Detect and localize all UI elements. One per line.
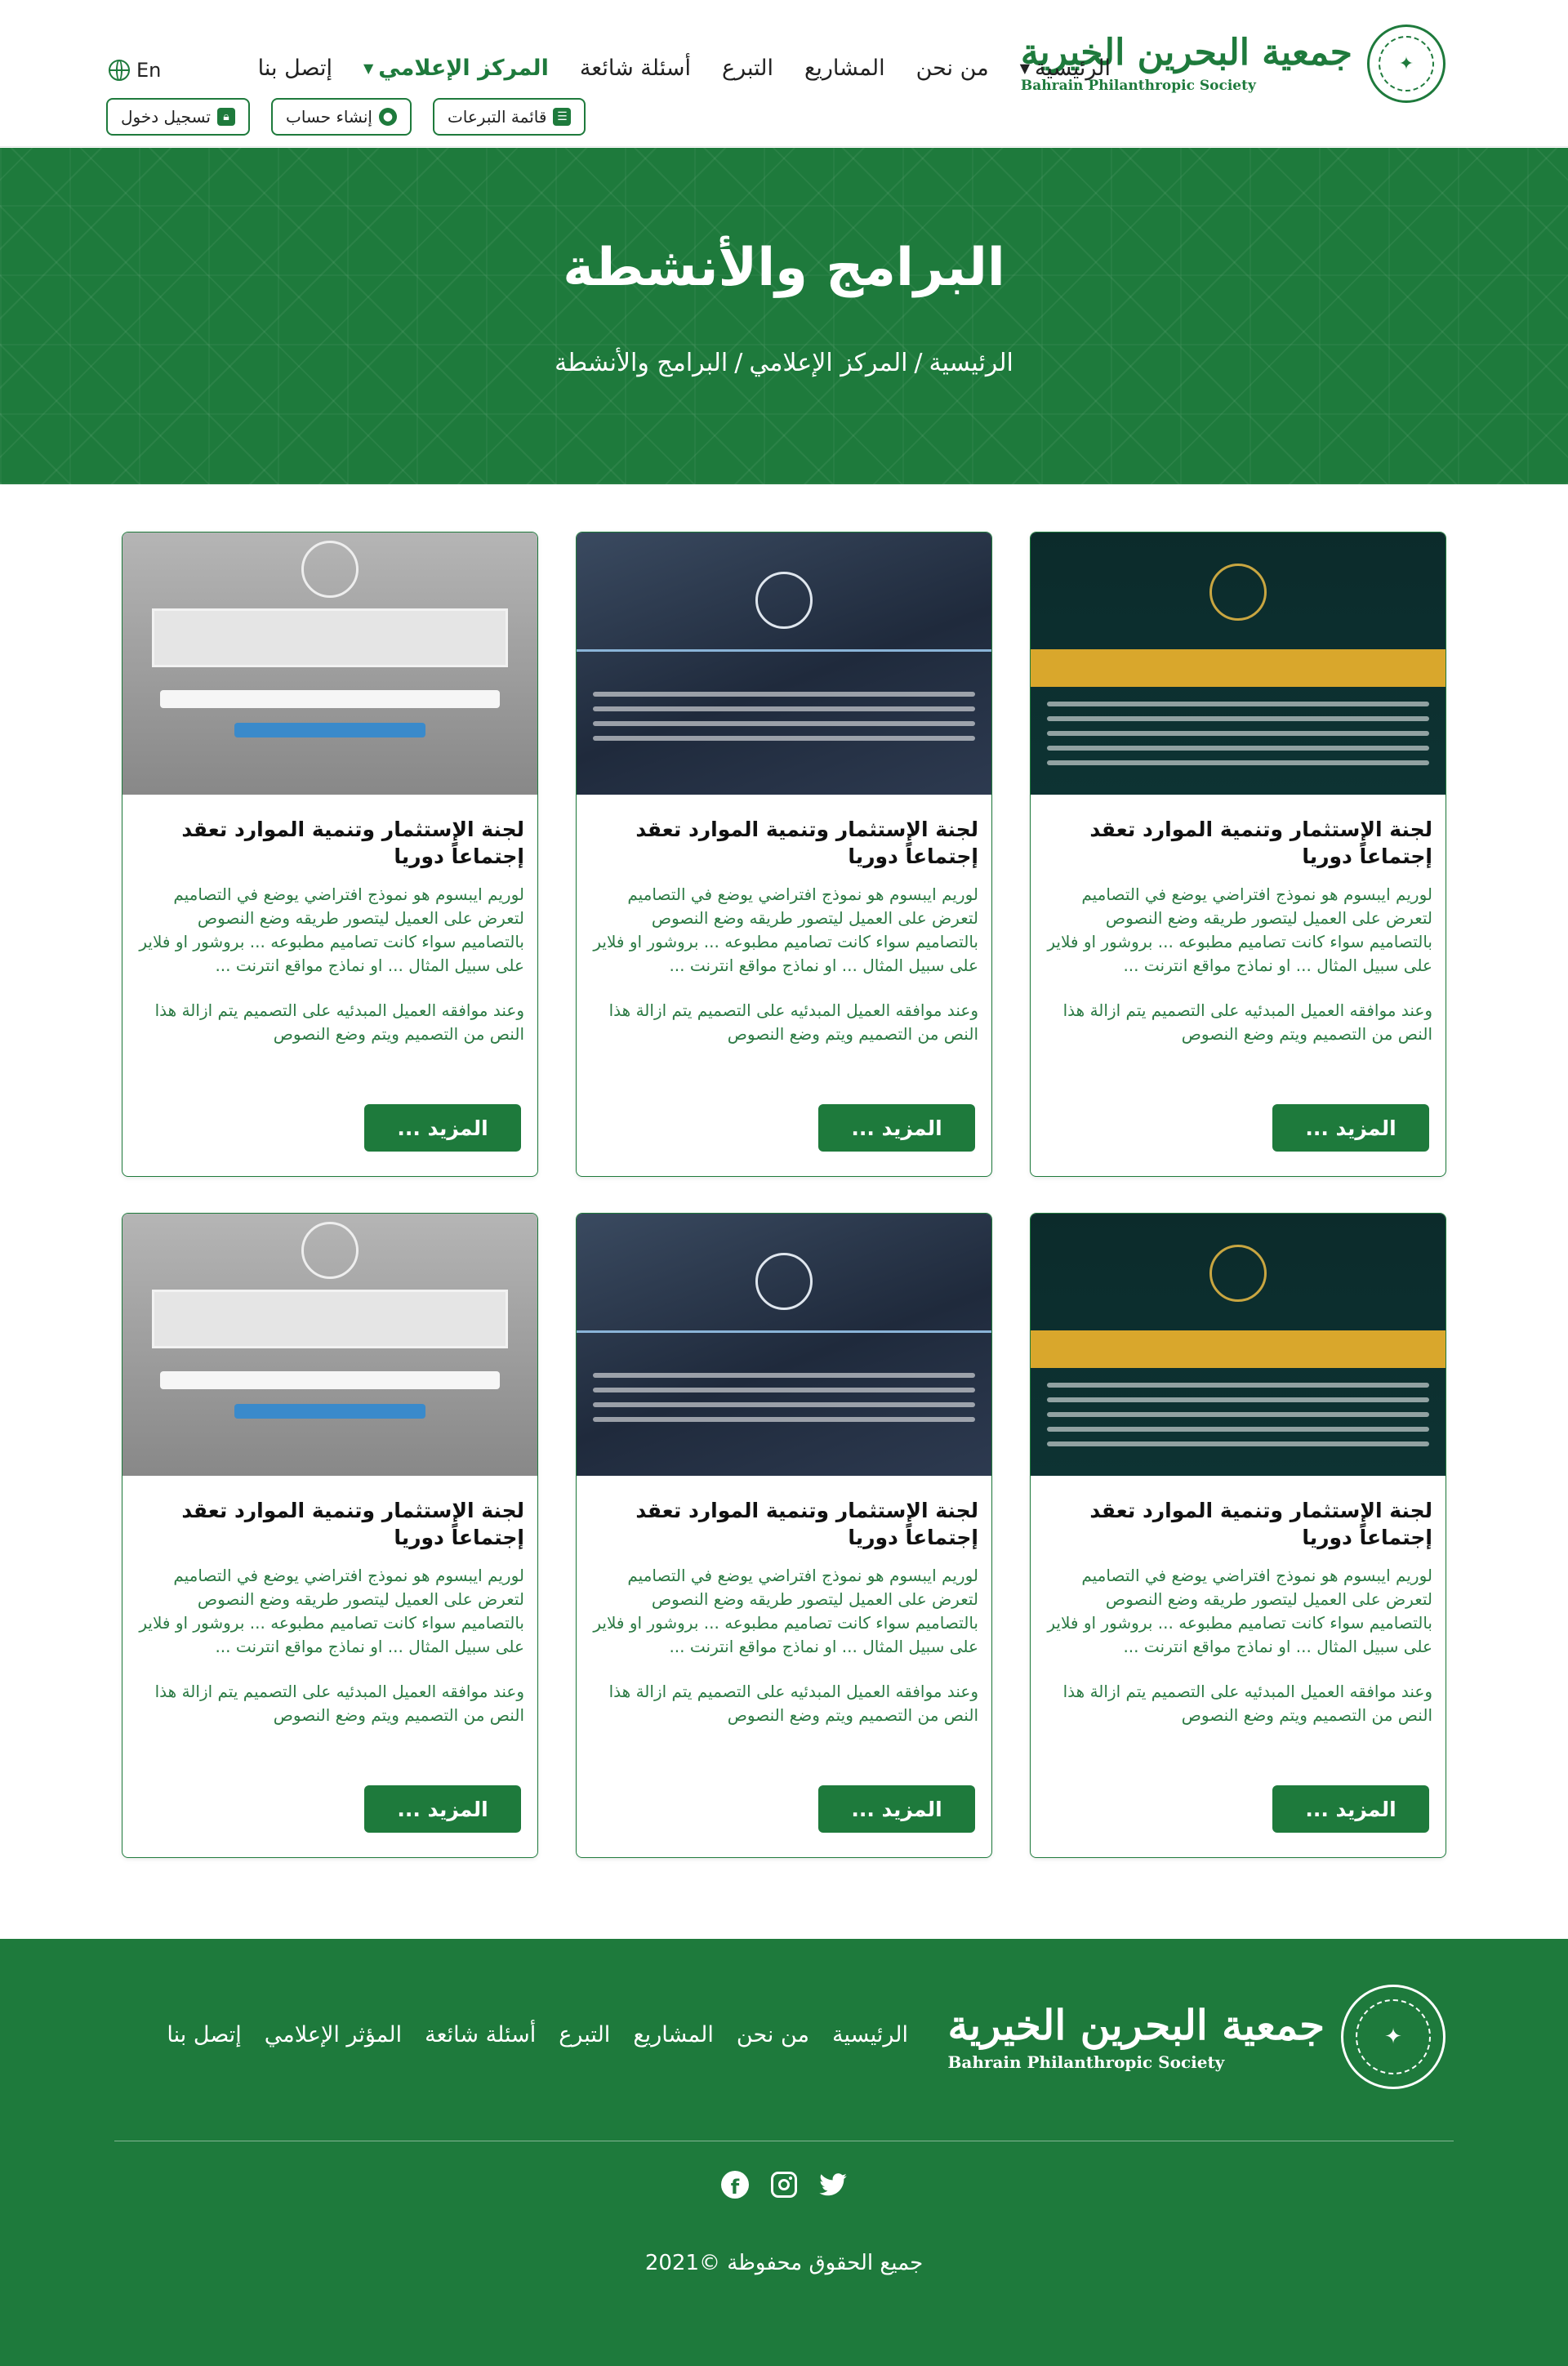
breadcrumb-current: البرامج والأنشطة bbox=[555, 349, 728, 377]
breadcrumb-home[interactable]: الرئيسية bbox=[929, 349, 1013, 377]
facebook-icon[interactable]: f bbox=[721, 2171, 749, 2199]
program-card-excerpt: لوريم ايبسوم هو نموذج افتراضي يوضع في ال… bbox=[593, 1566, 978, 1656]
program-card-excerpt-2: وعند موافقه العميل المبدئيه على التصميم … bbox=[608, 1682, 978, 1725]
program-card: لجنة الإستثمار وتنمية الموارد تعقد إجتما… bbox=[122, 1213, 538, 1858]
program-card: لجنة الإستثمار وتنمية الموارد تعقد إجتما… bbox=[1030, 532, 1446, 1177]
footer-link-contact[interactable]: إتصل بنا bbox=[167, 2022, 241, 2047]
globe-icon bbox=[109, 60, 130, 81]
read-more-button[interactable]: المزيد ... bbox=[364, 1785, 521, 1833]
footer-link-home[interactable]: الرئيسية bbox=[832, 2022, 908, 2047]
copyright-text: جميع الحقوق محفوظة ©2021 bbox=[644, 2251, 924, 2275]
breadcrumb-media-center[interactable]: المركز الإعلامي bbox=[749, 349, 907, 377]
program-card: لجنة الإستثمار وتنمية الموارد تعقد إجتما… bbox=[576, 1213, 992, 1858]
read-more-button[interactable]: المزيد ... bbox=[818, 1104, 975, 1152]
logo-emblem-icon: ✦ bbox=[1341, 1985, 1446, 2089]
nav-item-projects[interactable]: المشاريع bbox=[804, 56, 885, 81]
programs-grid: لجنة الإستثمار وتنمية الموارد تعقد إجتما… bbox=[121, 532, 1446, 1858]
language-label: En bbox=[136, 59, 162, 82]
footer-link-projects[interactable]: المشاريع bbox=[633, 2022, 714, 2047]
footer-logo[interactable]: ✦ جمعية البحرين الخيرية Bahrain Philanth… bbox=[948, 1985, 1446, 2089]
program-card: لجنة الإستثمار وتنمية الموارد تعقد إجتما… bbox=[576, 532, 992, 1177]
program-card-excerpt-2: وعند موافقه العميل المبدئيه على التصميم … bbox=[154, 1682, 524, 1725]
logo-emblem-icon: ✦ bbox=[1367, 25, 1446, 103]
program-card-title[interactable]: لجنة الإستثمار وتنمية الموارد تعقد إجتما… bbox=[136, 816, 524, 870]
header-actions: 🔒︎ تسجيل دخول ● إنشاء حساب ☰ قائمة التبر… bbox=[106, 98, 586, 136]
breadcrumb: الرئيسية/المركز الإعلامي/البرامج والأنشط… bbox=[555, 349, 1013, 377]
program-card-image[interactable] bbox=[577, 1214, 991, 1476]
login-button[interactable]: 🔒︎ تسجيل دخول bbox=[106, 98, 250, 136]
footer-link-donate[interactable]: التبرع bbox=[559, 2022, 610, 2047]
program-card-excerpt-2: وعند موافقه العميل المبدئيه على التصميم … bbox=[1062, 1000, 1432, 1044]
program-card-excerpt: لوريم ايبسوم هو نموذج افتراضي يوضع في ال… bbox=[139, 884, 524, 975]
social-links: f bbox=[0, 2171, 1568, 2199]
chevron-down-icon: ▼ bbox=[363, 60, 374, 76]
create-account-button[interactable]: ● إنشاء حساب bbox=[271, 98, 412, 136]
nav-item-contact[interactable]: إتصل بنا bbox=[258, 56, 332, 81]
program-card-title[interactable]: لجنة الإستثمار وتنمية الموارد تعقد إجتما… bbox=[136, 1497, 524, 1551]
program-card-image[interactable] bbox=[1031, 1214, 1446, 1476]
program-card: لجنة الإستثمار وتنمية الموارد تعقد إجتما… bbox=[1030, 1213, 1446, 1858]
program-card-excerpt-2: وعند موافقه العميل المبدئيه على التصميم … bbox=[608, 1000, 978, 1044]
footer-link-about[interactable]: من نحن bbox=[737, 2022, 809, 2047]
read-more-button[interactable]: المزيد ... bbox=[1272, 1785, 1429, 1833]
nav-item-donate[interactable]: التبرع bbox=[722, 56, 773, 81]
program-card-image[interactable] bbox=[122, 532, 537, 795]
program-card-title[interactable]: لجنة الإستثمار وتنمية الموارد تعقد إجتما… bbox=[1044, 816, 1432, 870]
twitter-icon[interactable] bbox=[819, 2171, 847, 2199]
program-card-image[interactable] bbox=[1031, 532, 1446, 795]
nav-item-home[interactable]: الرئيسية ▼ bbox=[1020, 56, 1111, 81]
footer-logo-arabic-text: جمعية البحرين الخيرية bbox=[947, 2000, 1325, 2049]
program-card-excerpt: لوريم ايبسوم هو نموذج افتراضي يوضع في ال… bbox=[1047, 1566, 1432, 1656]
program-card-excerpt: لوريم ايبسوم هو نموذج افتراضي يوضع في ال… bbox=[139, 1566, 524, 1656]
site-footer: ✦ جمعية البحرين الخيرية Bahrain Philanth… bbox=[0, 1939, 1568, 2366]
nav-item-media-center[interactable]: المركز الإعلامي ▼ bbox=[363, 56, 549, 81]
read-more-button[interactable]: المزيد ... bbox=[1272, 1104, 1429, 1152]
donations-list-button[interactable]: ☰ قائمة التبرعات bbox=[432, 98, 586, 136]
program-card-title[interactable]: لجنة الإستثمار وتنمية الموارد تعقد إجتما… bbox=[590, 816, 978, 870]
page-hero: البرامج والأنشطة الرئيسية/المركز الإعلام… bbox=[0, 148, 1568, 484]
user-icon: ● bbox=[378, 108, 397, 126]
footer-link-faq[interactable]: أسئلة شائعة bbox=[425, 2022, 536, 2047]
program-card: لجنة الإستثمار وتنمية الموارد تعقد إجتما… bbox=[122, 532, 538, 1177]
footer-link-media[interactable]: المؤثر الإعلامي bbox=[265, 2022, 402, 2047]
program-card-excerpt: لوريم ايبسوم هو نموذج افتراضي يوضع في ال… bbox=[593, 884, 978, 975]
lock-icon: 🔒︎ bbox=[217, 108, 235, 126]
nav-item-faq[interactable]: أسئلة شائعة bbox=[580, 56, 691, 81]
program-card-image[interactable] bbox=[122, 1214, 537, 1476]
program-card-image[interactable] bbox=[577, 532, 991, 795]
site-header: ✦ جمعية البحرين الخيرية Bahrain Philanth… bbox=[0, 0, 1568, 147]
program-card-excerpt-2: وعند موافقه العميل المبدئيه على التصميم … bbox=[154, 1000, 524, 1044]
donations-list-icon: ☰ bbox=[553, 108, 572, 126]
chevron-down-icon: ▼ bbox=[1019, 60, 1030, 76]
instagram-icon[interactable] bbox=[770, 2171, 798, 2199]
nav-item-about[interactable]: من نحن bbox=[916, 56, 989, 81]
main-nav: الرئيسية ▼ من نحن المشاريع التبرع أسئلة ش… bbox=[258, 56, 1111, 81]
language-switch[interactable]: En bbox=[109, 59, 161, 82]
page-title: البرامج والأنشطة bbox=[563, 238, 1005, 298]
footer-nav: الرئيسية من نحن المشاريع التبرع أسئلة شا… bbox=[167, 2022, 908, 2047]
footer-logo-english-text: Bahrain Philanthropic Society bbox=[947, 2052, 1225, 2072]
program-card-excerpt-2: وعند موافقه العميل المبدئيه على التصميم … bbox=[1062, 1682, 1432, 1725]
program-card-excerpt: لوريم ايبسوم هو نموذج افتراضي يوضع في ال… bbox=[1047, 884, 1432, 975]
program-card-title[interactable]: لجنة الإستثمار وتنمية الموارد تعقد إجتما… bbox=[590, 1497, 978, 1551]
program-card-title[interactable]: لجنة الإستثمار وتنمية الموارد تعقد إجتما… bbox=[1044, 1497, 1432, 1551]
read-more-button[interactable]: المزيد ... bbox=[818, 1785, 975, 1833]
read-more-button[interactable]: المزيد ... bbox=[364, 1104, 521, 1152]
